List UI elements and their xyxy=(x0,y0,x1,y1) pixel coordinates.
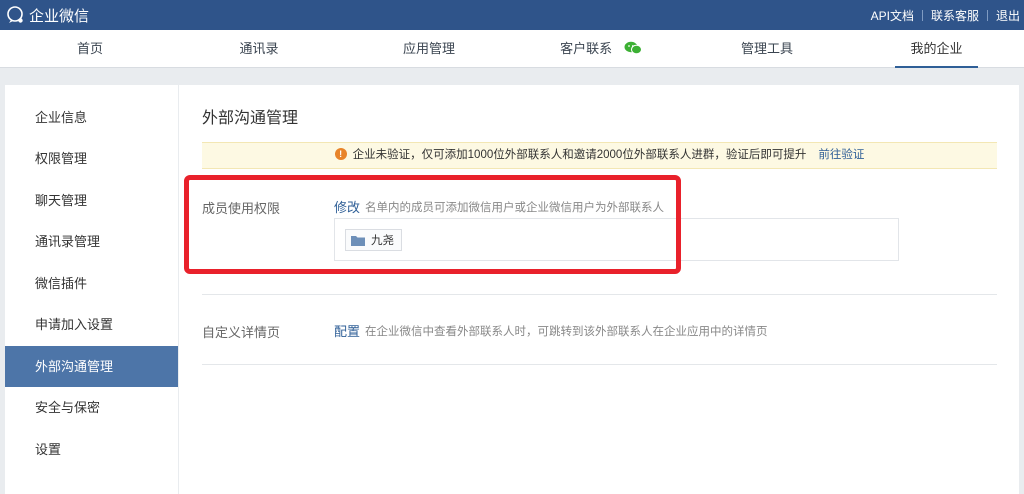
nav-admin-tools[interactable]: 管理工具 xyxy=(732,30,802,68)
sidebar-item-chat-management[interactable]: 聊天管理 xyxy=(5,180,178,221)
sidebar-item-external-communication[interactable]: 外部沟通管理 xyxy=(5,346,178,387)
top-bar: 企业微信 API文档 联系客服 退出 xyxy=(0,0,1024,30)
nav-contacts[interactable]: 通讯录 xyxy=(228,30,290,68)
sidebar-item-label: 外部沟通管理 xyxy=(35,359,114,374)
main-nav: 首页 通讯录 应用管理 客户联系 管理工具 我的企业 xyxy=(0,30,1024,68)
sidebar-item-wechat-plugin[interactable]: 微信插件 xyxy=(5,263,178,304)
sidebar-item-enterprise-info[interactable]: 企业信息 xyxy=(5,97,178,138)
notice-text: 企业未验证，仅可添加1000位外部联系人和邀请2000位外部联系人进群，验证后即… xyxy=(352,149,807,161)
sidebar-item-label: 权限管理 xyxy=(35,151,88,166)
page-title: 外部沟通管理 xyxy=(202,110,299,127)
contact-support-link[interactable]: 联系客服 xyxy=(931,7,979,24)
sidebar-item-label: 微信插件 xyxy=(35,276,88,291)
custom-detail-label: 自定义详情页 xyxy=(202,325,281,340)
sidebar-item-label: 通讯录管理 xyxy=(35,234,101,249)
verification-notice: ! 企业未验证，仅可添加1000位外部联系人和邀请2000位外部联系人进群，验证后… xyxy=(202,142,997,169)
nav-label: 应用管理 xyxy=(402,41,455,56)
custom-detail-description: 在企业微信中查看外部联系人时，可跳转到该外部联系人在企业应用中的详情页 xyxy=(365,326,768,338)
nav-home[interactable]: 首页 xyxy=(60,30,120,68)
nav-label: 管理工具 xyxy=(740,41,793,56)
nav-label: 客户联系 xyxy=(560,41,613,56)
sidebar-item-security[interactable]: 安全与保密 xyxy=(5,387,178,428)
sidebar-item-label: 聊天管理 xyxy=(35,193,88,208)
api-docs-link[interactable]: API文档 xyxy=(871,7,914,24)
nav-label: 通讯录 xyxy=(239,41,279,56)
nav-app-management[interactable]: 应用管理 xyxy=(394,30,464,68)
go-verify-link[interactable]: 前往验证 xyxy=(818,149,864,161)
sidebar-item-settings[interactable]: 设置 xyxy=(5,429,178,470)
brand[interactable]: 企业微信 xyxy=(6,5,89,25)
nav-label: 我的企业 xyxy=(910,41,963,56)
logout-link[interactable]: 退出 xyxy=(996,7,1020,24)
sidebar: 企业信息 权限管理 聊天管理 通讯录管理 微信插件 申请加入设置 外部沟通管理 … xyxy=(5,85,178,494)
configure-link[interactable]: 配置 xyxy=(334,321,360,340)
sidebar-item-permissions[interactable]: 权限管理 xyxy=(5,138,178,179)
sidebar-item-contacts-management[interactable]: 通讯录管理 xyxy=(5,221,178,262)
sidebar-item-label: 安全与保密 xyxy=(35,400,101,415)
sidebar-item-join-settings[interactable]: 申请加入设置 xyxy=(5,304,178,345)
sidebar-item-label: 设置 xyxy=(35,442,62,457)
divider xyxy=(202,294,997,295)
highlight-annotation xyxy=(184,175,681,274)
sidebar-item-label: 申请加入设置 xyxy=(35,317,114,332)
divider xyxy=(921,10,923,21)
wechat-icon xyxy=(624,41,642,55)
divider xyxy=(202,364,997,365)
sidebar-item-label: 企业信息 xyxy=(35,110,88,125)
header-links: API文档 联系客服 退出 xyxy=(871,7,1020,24)
main-panel: 外部沟通管理 ! 企业未验证，仅可添加1000位外部联系人和邀请2000位外部联系… xyxy=(179,85,1019,494)
nav-label: 首页 xyxy=(76,41,103,56)
warning-icon: ! xyxy=(334,147,347,160)
divider xyxy=(986,10,988,21)
nav-my-enterprise[interactable]: 我的企业 xyxy=(895,30,978,68)
wecom-logo-icon xyxy=(7,6,23,23)
nav-customer-contact[interactable]: 客户联系 xyxy=(556,30,646,68)
app-title: 企业微信 xyxy=(29,7,90,25)
